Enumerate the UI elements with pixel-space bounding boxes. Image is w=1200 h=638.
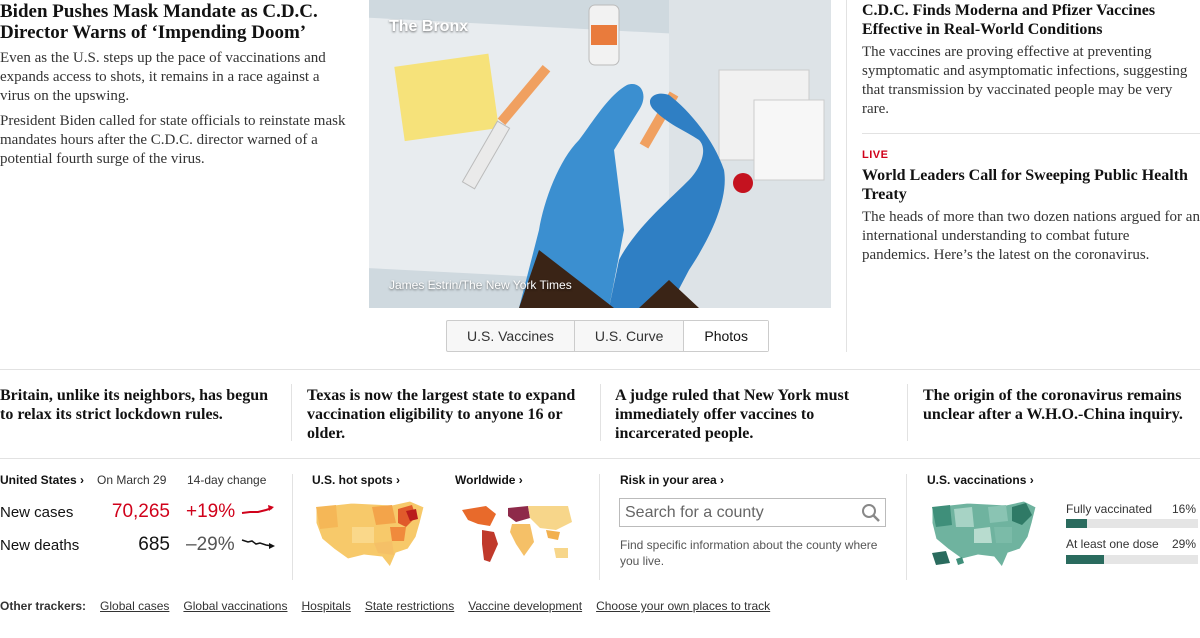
fully-vaccinated-pct: 16%: [1172, 502, 1197, 516]
us-tracker-date: On March 29: [97, 473, 167, 487]
vaccinations-title[interactable]: U.S. vaccinations ›: [927, 473, 1034, 487]
us-hotspots-map[interactable]: [312, 497, 428, 570]
search-icon[interactable]: [861, 503, 881, 523]
other-trackers-label: Other trackers:: [0, 599, 87, 613]
story-cdc-summary: The vaccines are proving effective at pr…: [862, 44, 1188, 117]
tracker-divider-1: [292, 474, 293, 580]
lead-summary-2: President Biden called for state officia…: [0, 113, 346, 167]
link-hospitals[interactable]: Hospitals: [301, 599, 350, 613]
story-divider: [862, 133, 1200, 134]
new-deaths-change: –29%: [186, 534, 235, 555]
mid-divider-1: [291, 384, 292, 441]
photo-location: The Bronx: [389, 18, 469, 35]
one-dose-fill: [1066, 555, 1105, 564]
county-search-input[interactable]: Search for a county: [619, 498, 886, 527]
one-dose-label: At least one dose: [1066, 537, 1159, 551]
one-dose-pct: 29%: [1172, 537, 1197, 551]
photo-credit: James Estrin/The New York Times: [389, 278, 572, 292]
tab-photos[interactable]: Photos: [684, 321, 768, 351]
tab-us-curve[interactable]: U.S. Curve: [575, 321, 685, 351]
hotspots-title[interactable]: U.S. hot spots ›: [312, 473, 400, 487]
us-tracker-title[interactable]: United States ›: [0, 473, 84, 487]
county-search-hint: Find specific information about the coun…: [620, 538, 878, 568]
mid-divider-3: [907, 384, 908, 441]
one-dose-bar: [1066, 555, 1198, 564]
story-treaty-headline[interactable]: World Leaders Call for Sweeping Public H…: [862, 166, 1200, 204]
link-choose-places[interactable]: Choose your own places to track: [596, 599, 770, 613]
lead-story[interactable]: Biden Pushes Mask Mandate as C.D.C. Dire…: [0, 0, 350, 169]
column-divider: [846, 0, 847, 352]
live-badge: LIVE: [862, 149, 889, 161]
photo-tabs: U.S. Vaccines U.S. Curve Photos: [446, 320, 769, 352]
story-cdc-headline[interactable]: C.D.C. Finds Moderna and Pfizer Vaccines…: [862, 1, 1200, 39]
tab-us-vaccines[interactable]: U.S. Vaccines: [447, 321, 575, 351]
mid-divider-2: [600, 384, 601, 441]
new-deaths-value: 685: [138, 534, 170, 555]
mid-headline-texas[interactable]: Texas is now the largest state to expand…: [307, 386, 592, 443]
tracker-divider: [0, 458, 1200, 459]
link-state-restrictions[interactable]: State restrictions: [365, 599, 454, 613]
lead-summary-1: Even as the U.S. steps up the pace of va…: [0, 50, 326, 104]
world-map[interactable]: [456, 500, 576, 568]
cases-trend-sparkline: [241, 505, 274, 514]
county-search-placeholder: Search for a county: [625, 504, 764, 521]
story-treaty-summary: The heads of more than two dozen nations…: [862, 209, 1200, 263]
new-deaths-label: New deaths: [0, 537, 80, 554]
story-cdc-vaccines[interactable]: C.D.C. Finds Moderna and Pfizer Vaccines…: [862, 1, 1200, 119]
link-vaccine-development[interactable]: Vaccine development: [468, 599, 582, 613]
lead-headline[interactable]: Biden Pushes Mask Mandate as C.D.C. Dire…: [0, 1, 350, 43]
link-global-vaccinations[interactable]: Global vaccinations: [183, 599, 287, 613]
vaccine-photo-illustration: [369, 0, 831, 308]
tracker-divider-3: [906, 474, 907, 580]
link-global-cases[interactable]: Global cases: [100, 599, 169, 613]
new-cases-change: +19%: [186, 501, 236, 522]
fully-vaccinated-bar: [1066, 519, 1198, 528]
risk-title[interactable]: Risk in your area ›: [620, 473, 724, 487]
mid-headline-new-york[interactable]: A judge ruled that New York must immedia…: [615, 386, 895, 443]
us-vaccinations-map[interactable]: [928, 497, 1040, 569]
fully-vaccinated-fill: [1066, 519, 1088, 528]
mid-headline-who[interactable]: The origin of the coronavirus remains un…: [923, 386, 1200, 424]
tracker-divider-2: [599, 474, 600, 580]
lead-photo[interactable]: The Bronx James Estrin/The New York Time…: [369, 0, 831, 308]
other-trackers: Other trackers: Global cases Global vacc…: [0, 599, 770, 613]
section-divider: [0, 369, 1200, 370]
new-cases-value: 70,265: [111, 501, 170, 522]
us-tracker-change-label: 14-day change: [187, 473, 267, 487]
fully-vaccinated-label: Fully vaccinated: [1066, 502, 1153, 516]
worldwide-title[interactable]: Worldwide ›: [455, 473, 523, 487]
deaths-trend-sparkline: [241, 539, 275, 549]
new-cases-label: New cases: [0, 504, 74, 521]
story-health-treaty[interactable]: LIVE World Leaders Call for Sweeping Pub…: [862, 149, 1200, 265]
mid-headline-britain[interactable]: Britain, unlike its neighbors, has begun…: [0, 386, 280, 424]
